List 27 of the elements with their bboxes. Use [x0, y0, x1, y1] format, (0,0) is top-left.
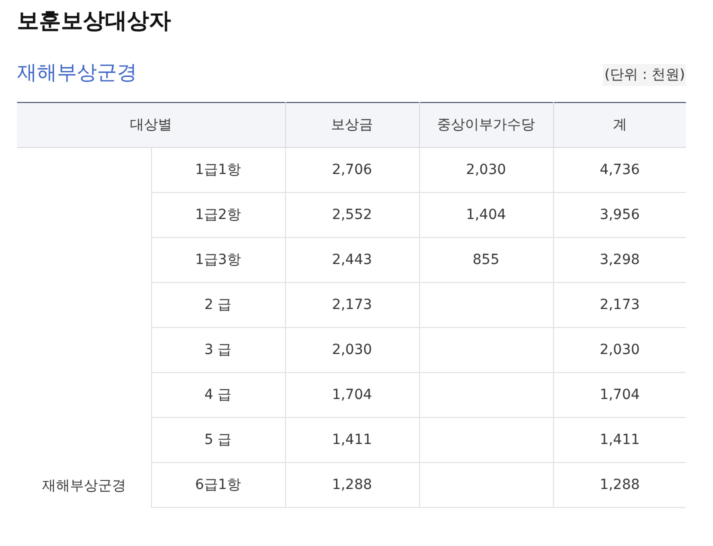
compensation-cell: 2,173 [285, 282, 419, 328]
allowance-cell: 2,030 [419, 148, 553, 192]
unit-note: (단위 : 천원) [603, 64, 686, 86]
group-cell: 재해부상군경 [17, 148, 151, 508]
compensation-cell: 2,443 [285, 238, 419, 282]
section-title: 재해부상군경 [17, 59, 137, 86]
column-header: 보상금 [285, 102, 419, 148]
page-title: 보훈보상대상자 [17, 8, 172, 36]
compensation-cell: 1,704 [285, 372, 419, 418]
column-header: 계 [553, 102, 686, 148]
grade-cell: 6급1항 [151, 462, 285, 508]
grade-cell: 3 급 [151, 328, 285, 372]
allowance-cell: 855 [419, 238, 553, 282]
grade-cell: 1급2항 [151, 192, 285, 238]
compensation-cell: 1,288 [285, 462, 419, 508]
grade-cell: 1급1항 [151, 148, 285, 192]
grade-cell: 2 급 [151, 282, 285, 328]
compensation-cell: 2,706 [285, 148, 419, 192]
compensation-cell: 2,030 [285, 328, 419, 372]
compensation-cell: 1,411 [285, 418, 419, 462]
column-header: 대상별 [17, 102, 285, 148]
compensation-cell: 2,552 [285, 192, 419, 238]
grade-cell: 1급3항 [151, 238, 285, 282]
grade-cell: 4 급 [151, 372, 285, 418]
grade-cell: 5 급 [151, 418, 285, 462]
allowance-cell: 1,404 [419, 192, 553, 238]
column-header: 중상이부가수당 [419, 102, 553, 148]
